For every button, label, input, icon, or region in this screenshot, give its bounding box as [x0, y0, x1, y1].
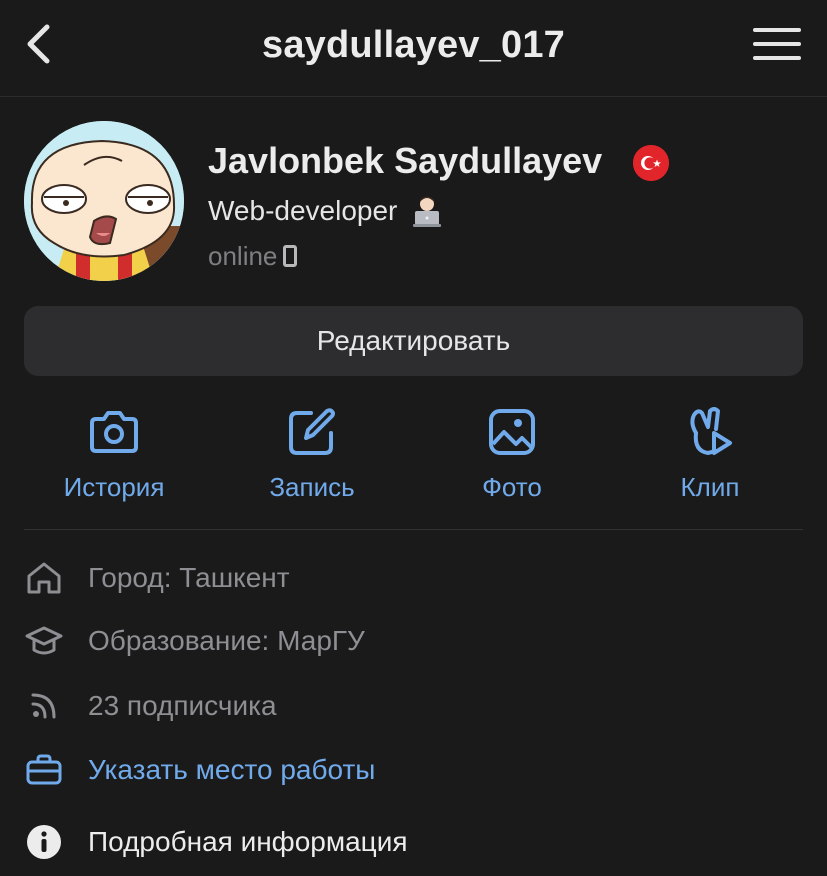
online-status: online [208, 240, 298, 271]
work-place-text: Указать место работы [88, 754, 376, 785]
briefcase-icon [24, 750, 64, 790]
edit-profile-button[interactable]: Редактировать [24, 306, 803, 376]
technologist-emoji [413, 196, 442, 227]
compose-icon [284, 404, 340, 460]
profile-username-title: saydullayev_017 [261, 24, 565, 66]
photo-label: Фото [482, 472, 542, 502]
divider [24, 529, 803, 530]
mobile-phone-icon [283, 245, 298, 267]
profile-bio: Web-developer [208, 193, 445, 229]
quick-actions: История Запись Фото Клип [0, 404, 827, 514]
city-text: Город: Ташкент [88, 562, 290, 593]
profile-name: Javlonbek Saydullayev [208, 140, 603, 181]
turkey-flag-icon [633, 145, 669, 181]
photo-icon [484, 404, 540, 460]
graduation-cap-icon [24, 621, 64, 661]
feed-icon [24, 686, 64, 726]
work-place-link[interactable]: Указать место работы [24, 748, 375, 792]
photo-button[interactable]: Фото [422, 404, 602, 514]
bio-text: Web-developer [208, 195, 398, 226]
details-text: Подробная информация [88, 826, 408, 857]
story-label: История [63, 472, 165, 502]
hamburger-menu-icon[interactable] [753, 24, 801, 64]
clip-label: Клип [680, 472, 740, 502]
info-icon [24, 822, 64, 862]
home-icon [24, 558, 64, 598]
clip-button[interactable]: Клип [620, 404, 800, 514]
camera-icon [86, 404, 142, 460]
info-city: Город: Ташкент [24, 556, 290, 600]
post-label: Запись [269, 472, 355, 502]
followers-text: 23 подписчика [88, 690, 277, 721]
clip-icon [682, 404, 738, 460]
info-education: Образование: МарГУ [24, 619, 365, 663]
top-bar: saydullayev_017 [0, 0, 827, 97]
post-button[interactable]: Запись [222, 404, 402, 514]
education-text: Образование: МарГУ [88, 625, 365, 656]
story-button[interactable]: История [24, 404, 204, 514]
avatar[interactable] [24, 121, 184, 281]
info-followers[interactable]: 23 подписчика [24, 684, 277, 728]
details-link[interactable]: Подробная информация [24, 820, 408, 864]
status-text: online [208, 240, 278, 271]
